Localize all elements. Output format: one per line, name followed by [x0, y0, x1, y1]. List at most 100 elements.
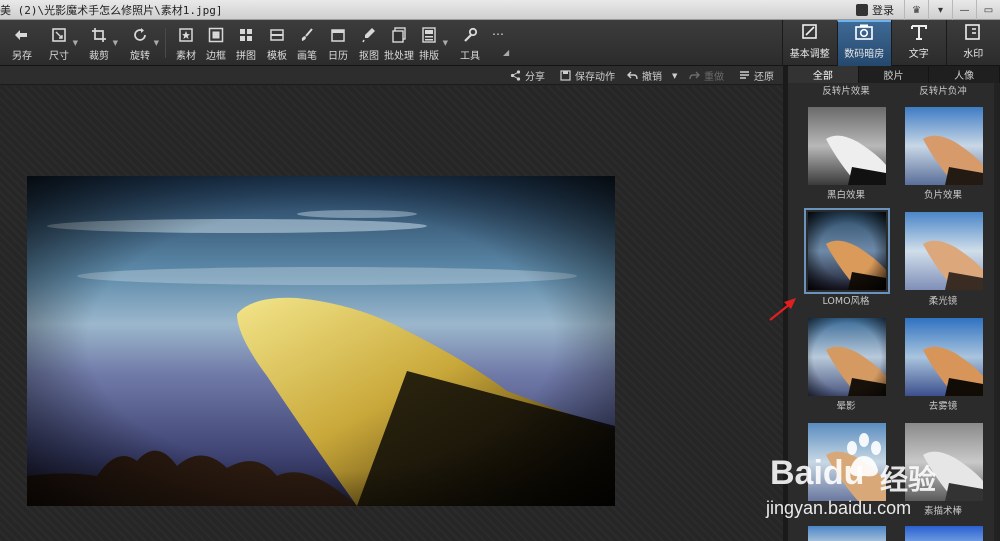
template-button[interactable]: 模板: [267, 24, 287, 62]
save-as-button[interactable]: 另存: [12, 24, 32, 62]
minimize-button[interactable]: —: [952, 0, 976, 20]
collage-button[interactable]: 拼图: [236, 24, 256, 62]
material-label: 素材: [176, 51, 196, 62]
rotate-button[interactable]: 旋转 ▼: [130, 24, 159, 62]
effect-thumb-row5-right[interactable]: [905, 526, 983, 541]
maximize-button[interactable]: ▭: [976, 0, 1000, 20]
baidu-watermark: Baidu 经验 jingyan.baidu.com: [762, 432, 994, 522]
cutout-button[interactable]: 抠图: [359, 24, 379, 62]
crop-button[interactable]: 裁剪 ▼: [89, 24, 118, 62]
tab-text[interactable]: 文字: [891, 20, 946, 66]
thumb-image: [905, 526, 983, 541]
watermark-url: jingyan.baidu.com: [766, 498, 912, 518]
annotation-arrow-icon: [769, 298, 796, 321]
effect-caption: 反转片负冲: [919, 86, 967, 97]
skin-button[interactable]: ♛: [904, 0, 928, 20]
text-icon: [910, 25, 927, 40]
effect-thumb-defog[interactable]: [905, 318, 983, 396]
darkroom-icon: [855, 24, 874, 40]
tab-film-label: 胶片: [883, 71, 904, 82]
effect-label-defog: 去雾镜: [928, 401, 958, 412]
tab-all[interactable]: 全部: [788, 66, 859, 83]
watermark-brand: Baidu: [770, 454, 865, 492]
effect-thumb-row5-left[interactable]: [808, 526, 886, 541]
chevron-down-icon[interactable]: ▼: [113, 39, 118, 47]
brush-icon: [301, 28, 313, 41]
thumb-image: [905, 318, 983, 396]
expand-corner-icon[interactable]: ◢: [503, 48, 509, 57]
tab-text-label: 文字: [908, 49, 929, 60]
chevron-down-icon[interactable]: ▼: [672, 72, 677, 80]
rotate-icon: [134, 28, 146, 41]
image-canvas[interactable]: [0, 86, 783, 541]
calendar-button[interactable]: 日历: [328, 24, 348, 62]
effect-thumb-lomo[interactable]: [804, 208, 890, 294]
border-label: 边框: [206, 51, 226, 62]
effect-thumb-softlight[interactable]: [905, 212, 983, 290]
tab-portrait-label: 人像: [954, 71, 975, 82]
undo-button[interactable]: 撤销 ▼: [627, 68, 677, 83]
wrench-icon: [464, 27, 478, 42]
chevron-down-icon[interactable]: ▼: [73, 39, 78, 47]
effect-thumb-bw[interactable]: [808, 107, 886, 185]
calendar-icon: [331, 29, 345, 42]
effect-label-vignette: 晕影: [836, 401, 856, 412]
restore-button[interactable]: 还原: [739, 68, 774, 83]
thumb-image: [808, 526, 886, 541]
watermark-icon: [965, 24, 981, 40]
effect-thumb-negative[interactable]: [905, 107, 983, 185]
effect-thumb-vignette[interactable]: [808, 318, 886, 396]
undo-label: 撤销: [642, 72, 662, 83]
effect-label-softlight: 柔光镜: [928, 296, 958, 307]
menu-button[interactable]: ▾: [928, 0, 952, 20]
template-icon: [270, 29, 284, 41]
tab-darkroom[interactable]: 数码暗房: [836, 20, 891, 66]
menu-icon: ▾: [937, 4, 944, 16]
save-action-label: 保存动作: [575, 72, 615, 83]
template-label: 模板: [267, 51, 287, 62]
effect-label-lomo: LOMO风格: [822, 296, 870, 307]
redo-icon: [689, 71, 700, 80]
panel-scrollbar[interactable]: [994, 83, 1000, 541]
layout-label: 排版: [419, 51, 439, 62]
border-icon: [208, 27, 224, 43]
share-icon: [510, 70, 521, 81]
redo-button[interactable]: 重做: [689, 68, 724, 83]
chevron-down-icon[interactable]: ▼: [154, 39, 159, 47]
tab-film[interactable]: 胶片: [859, 66, 930, 83]
resize-icon: [52, 28, 66, 42]
border-button[interactable]: 边框: [206, 24, 226, 62]
save-as-icon: [15, 30, 27, 40]
share-label: 分享: [525, 72, 545, 83]
edited-photo[interactable]: [27, 176, 615, 506]
share-button[interactable]: 分享: [510, 68, 545, 83]
resize-button[interactable]: 尺寸 ▼: [49, 24, 78, 62]
brush-button[interactable]: 画笔: [297, 24, 317, 62]
collage-label: 拼图: [236, 51, 256, 62]
redo-label: 重做: [704, 72, 724, 83]
cutout-label: 抠图: [359, 51, 379, 62]
layout-button[interactable]: 排版 ▼: [419, 24, 448, 62]
window-title: 美 (2)\光影魔术手怎么修照片\素材1.jpg]: [0, 4, 223, 17]
material-button[interactable]: 素材: [176, 24, 196, 62]
tab-portrait[interactable]: 人像: [929, 66, 1000, 83]
effects-category-tabs: 全部 胶片 人像: [788, 66, 1000, 83]
batch-button[interactable]: 批处理: [384, 24, 414, 62]
login-label: 登录: [872, 4, 894, 17]
effect-label-bw: 黑白效果: [826, 190, 865, 201]
material-icon: [179, 28, 193, 42]
tab-watermark[interactable]: 水印: [945, 20, 1000, 66]
effect-caption: 反转片效果: [822, 86, 870, 97]
tab-basic-adjust[interactable]: 基本调整: [782, 20, 837, 66]
tab-darkroom-label: 数码暗房: [844, 49, 885, 60]
window-controls: 登录 ♛ ▾ — ▭: [846, 0, 1000, 20]
crop-icon: [92, 28, 106, 42]
login-button[interactable]: 登录: [846, 0, 904, 20]
crop-label: 裁剪: [89, 51, 109, 62]
save-action-button[interactable]: 保存动作: [560, 68, 615, 83]
shirt-icon: ♛: [912, 4, 921, 16]
tools-button[interactable]: 工具: [460, 24, 480, 62]
chevron-down-icon[interactable]: ▼: [443, 39, 448, 47]
resize-label: 尺寸: [49, 51, 69, 62]
watermark-brand-cn: 经验: [880, 463, 937, 496]
